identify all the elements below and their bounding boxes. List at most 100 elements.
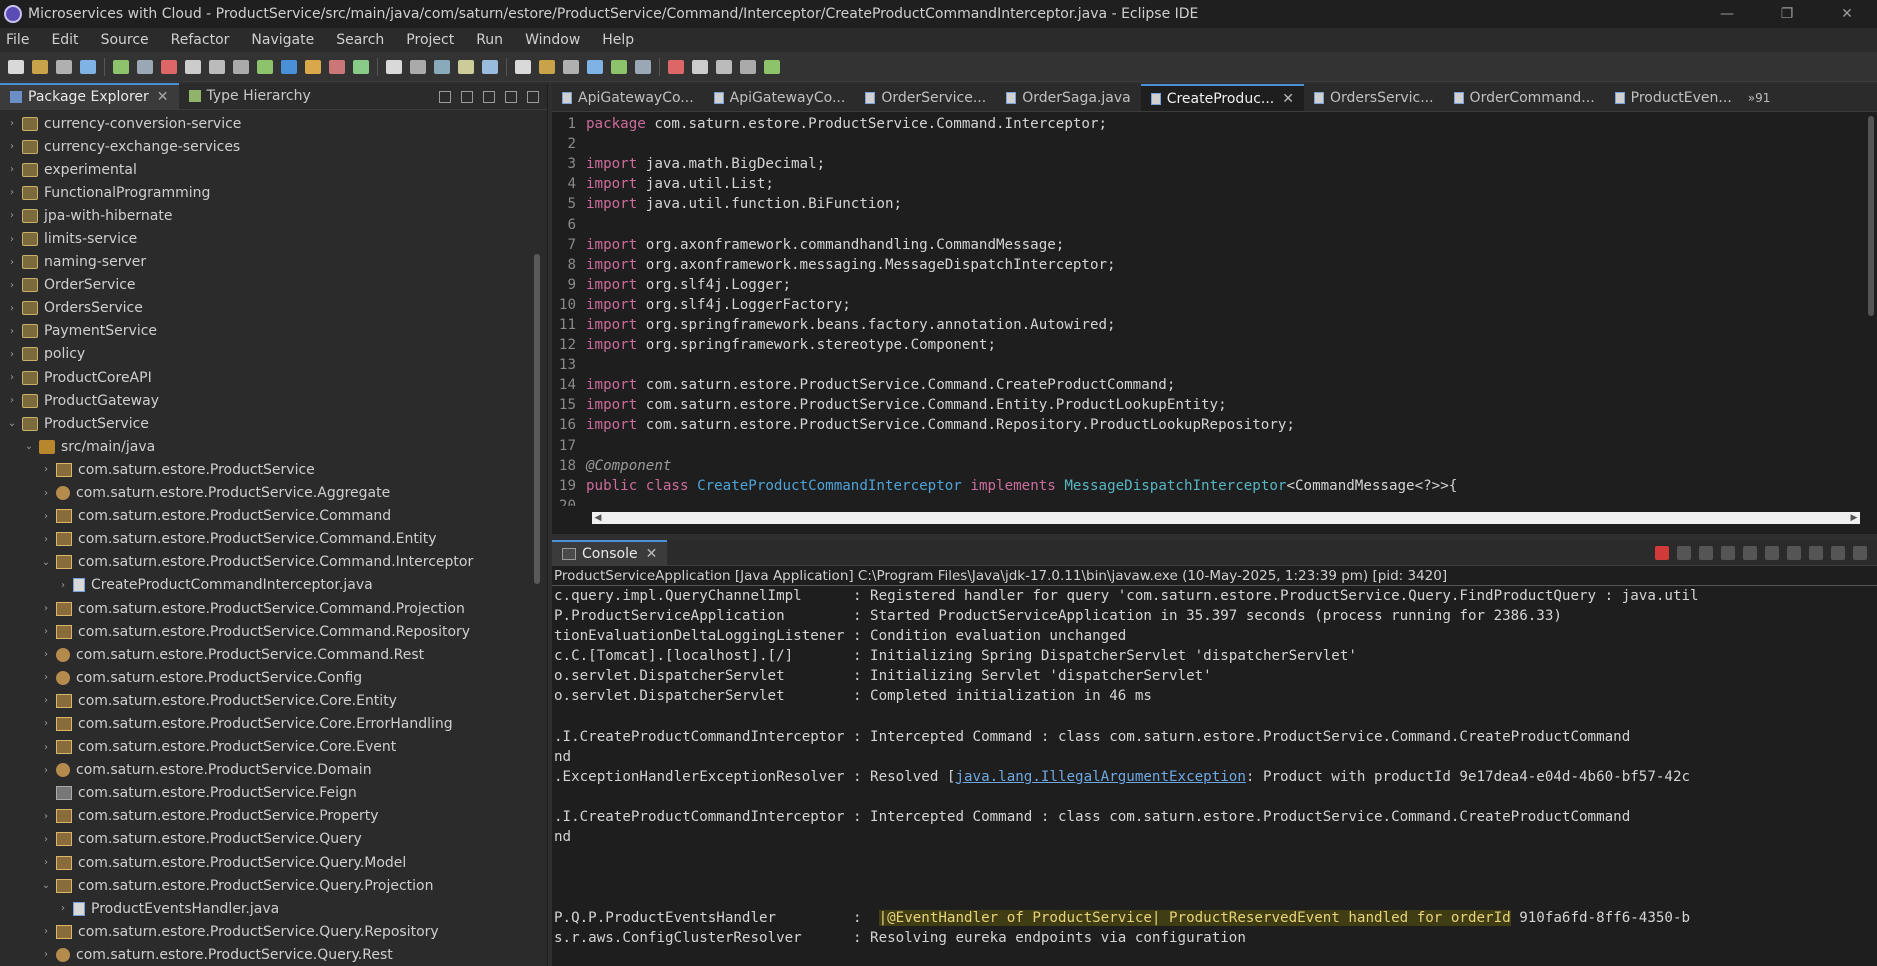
tab-console[interactable]: Console ✕ [552, 539, 668, 566]
tree-package-item[interactable]: › com.saturn.estore.ProductService.Comman… [0, 597, 530, 620]
menu-refactor[interactable]: Refactor [171, 32, 230, 48]
display-selected-console-icon[interactable] [1831, 546, 1845, 560]
open-console-icon[interactable] [1853, 546, 1867, 560]
open-type-icon[interactable] [539, 59, 555, 74]
tree-project-item[interactable]: › limits-service [0, 227, 530, 250]
tree-project-item[interactable]: ⌄ ProductService [0, 412, 530, 435]
chevron-right-icon[interactable]: › [6, 141, 18, 152]
tree-package-item[interactable]: › com.saturn.estore.ProductService.Aggreg… [0, 482, 530, 505]
new-icon[interactable] [8, 59, 24, 74]
menu-edit[interactable]: Edit [51, 32, 78, 48]
chevron-right-icon[interactable]: › [6, 372, 18, 383]
tree-package-item[interactable]: › com.saturn.estore.ProductService.Domain [0, 759, 530, 782]
chevron-down-icon[interactable]: ⌄ [40, 880, 52, 891]
chevron-down-icon[interactable]: ⌄ [6, 418, 18, 429]
step-return-icon[interactable] [281, 59, 297, 74]
view-menu-icon[interactable] [483, 91, 495, 103]
menu-window[interactable]: Window [525, 32, 580, 48]
pin-editor-icon[interactable] [668, 59, 684, 74]
scroll-left-icon[interactable]: ◀ [592, 512, 604, 524]
run-icon[interactable] [434, 59, 450, 74]
tree-package-item[interactable]: › com.saturn.estore.ProductService.Query.… [0, 920, 530, 943]
chevron-right-icon[interactable]: › [40, 534, 52, 545]
tree-project-item[interactable]: › experimental [0, 158, 530, 181]
chevron-right-icon[interactable]: › [40, 834, 52, 845]
step-into-icon[interactable] [233, 59, 249, 74]
chevron-right-icon[interactable]: › [6, 349, 18, 360]
coverage-icon[interactable] [458, 59, 474, 74]
tree-package-item[interactable]: › com.saturn.estore.ProductService.Core.E… [0, 689, 530, 712]
menu-help[interactable]: Help [602, 32, 634, 48]
chevron-right-icon[interactable]: › [40, 603, 52, 614]
use-step-filters-icon[interactable] [329, 59, 345, 74]
chevron-down-icon[interactable]: ⌄ [40, 557, 52, 568]
back-icon[interactable] [740, 59, 756, 74]
tree-project-item[interactable]: › OrdersService [0, 297, 530, 320]
minimize-view-icon[interactable] [505, 91, 517, 103]
tab-type-hierarchy[interactable]: Type Hierarchy [179, 83, 321, 109]
tree-project-item[interactable]: › naming-server [0, 251, 530, 274]
editor-tab[interactable]: ApiGatewayCo... [704, 84, 856, 111]
tree-package-item[interactable]: ⌄ src/main/java [0, 435, 530, 458]
next-annotation-icon[interactable] [692, 59, 708, 74]
link-with-editor-icon[interactable] [461, 91, 473, 103]
chevron-right-icon[interactable]: › [40, 742, 52, 753]
tab-package-explorer[interactable]: Package Explorer ✕ [0, 83, 179, 109]
tree-project-item[interactable]: › ProductGateway [0, 389, 530, 412]
chevron-down-icon[interactable]: ⌄ [23, 441, 35, 452]
editor-tab[interactable]: OrdersServic... [1304, 84, 1444, 111]
chevron-right-icon[interactable]: › [40, 488, 52, 499]
debug-icon[interactable] [410, 59, 426, 74]
menu-search[interactable]: Search [336, 32, 384, 48]
resume-icon[interactable] [137, 59, 153, 74]
chevron-right-icon[interactable]: › [40, 511, 52, 522]
tree-project-item[interactable]: › policy [0, 343, 530, 366]
chevron-right-icon[interactable]: › [40, 464, 52, 475]
tree-project-item[interactable]: › PaymentService [0, 320, 530, 343]
open-console-icon[interactable] [353, 59, 369, 74]
code-area[interactable]: 1 package com.saturn.estore.ProductServic… [552, 114, 1860, 506]
chevron-right-icon[interactable]: › [57, 580, 69, 591]
disconnect-icon[interactable] [209, 59, 225, 74]
tree-project-item[interactable]: › OrderService [0, 274, 530, 297]
tree-package-item[interactable]: › com.saturn.estore.ProductService.Comman… [0, 528, 530, 551]
chevron-right-icon[interactable]: › [40, 695, 52, 706]
chevron-right-icon[interactable]: › [40, 857, 52, 868]
show-whitespace-icon[interactable] [635, 59, 651, 74]
minimize-button[interactable]: — [1697, 0, 1757, 28]
chevron-right-icon[interactable]: › [6, 326, 18, 337]
menu-navigate[interactable]: Navigate [251, 32, 314, 48]
explorer-scrollbar[interactable] [534, 254, 540, 584]
remove-launch-icon[interactable] [1677, 546, 1691, 560]
remove-all-terminated-icon[interactable] [1699, 546, 1713, 560]
suspend-icon[interactable] [161, 59, 177, 74]
tree-package-item[interactable]: › com.saturn.estore.ProductService.Core.E… [0, 736, 530, 759]
forward-icon[interactable] [764, 59, 780, 74]
step-over-icon[interactable] [257, 59, 273, 74]
chevron-right-icon[interactable]: › [6, 164, 18, 175]
tree-package-item[interactable]: › com.saturn.estore.ProductService.Query [0, 828, 530, 851]
chevron-right-icon[interactable]: › [40, 926, 52, 937]
chevron-right-icon[interactable]: › [6, 234, 18, 245]
menu-file[interactable]: File [6, 32, 29, 48]
more-tabs-button[interactable]: »91 [1748, 91, 1771, 105]
close-tab-icon[interactable]: ✕ [157, 89, 169, 105]
annotation-icon[interactable] [587, 59, 603, 74]
tree-file-item[interactable]: › CreateProductCommandInterceptor.java [0, 574, 530, 597]
show-console-on-output-icon[interactable] [1787, 546, 1801, 560]
word-wrap-icon[interactable] [1765, 546, 1779, 560]
properties-icon[interactable] [80, 59, 96, 74]
search-icon[interactable] [563, 59, 579, 74]
tree-package-item[interactable]: › com.saturn.estore.ProductService.Config [0, 666, 530, 689]
console-output[interactable]: c.query.impl.QueryChannelImpl : Register… [552, 586, 1877, 948]
terminate-debug-icon[interactable] [185, 59, 201, 74]
pin-console-icon[interactable] [1809, 546, 1823, 560]
tree-file-item[interactable]: › ProductEventsHandler.java [0, 897, 530, 920]
drop-to-frame-icon[interactable] [305, 59, 321, 74]
chevron-right-icon[interactable]: › [40, 626, 52, 637]
chevron-right-icon[interactable]: › [57, 903, 69, 914]
chevron-right-icon[interactable]: › [6, 257, 18, 268]
chevron-right-icon[interactable]: › [40, 672, 52, 683]
chevron-right-icon[interactable]: › [6, 395, 18, 406]
chevron-right-icon[interactable]: › [6, 118, 18, 129]
